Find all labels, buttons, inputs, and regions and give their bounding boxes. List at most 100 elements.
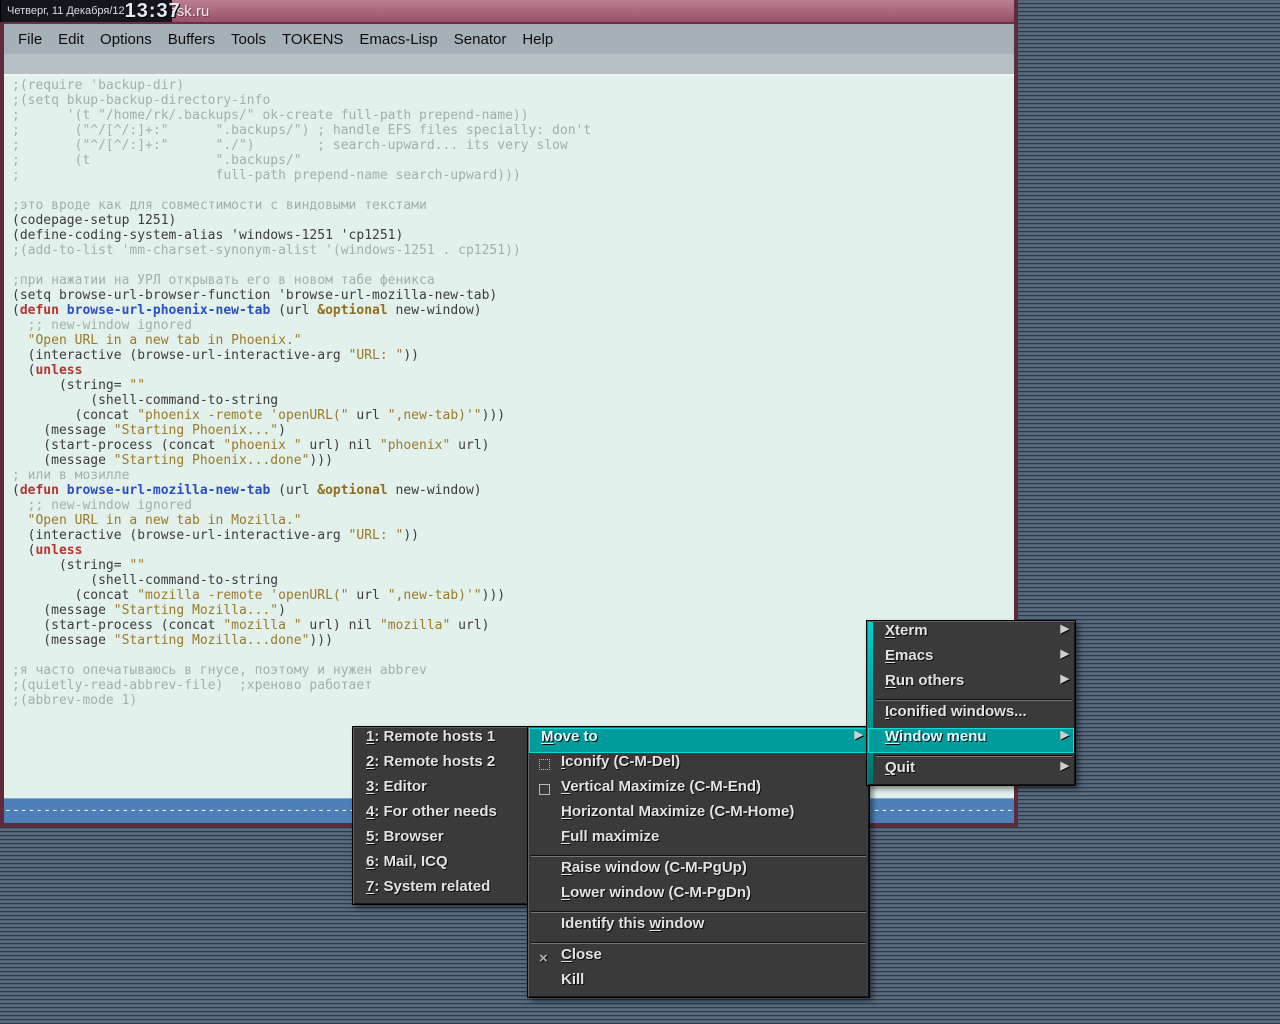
menubar-edit[interactable]: Edit [50, 31, 92, 48]
menu-item-iconified-windows[interactable]: Iconified windows... [868, 703, 1074, 728]
menu-item-close[interactable]: Close [529, 946, 868, 971]
menu-item-lower-window[interactable]: Lower window (C-M-PgDn) [529, 884, 868, 909]
line: "Open URL in a new tab in Mozilla." [12, 513, 1014, 528]
submenu-arrow-icon: ▶ [1061, 622, 1069, 635]
menu-item-label: Xterm [885, 622, 928, 639]
menu-item-vertical-maximize[interactable]: Vertical Maximize (C-M-End) [529, 778, 868, 803]
menu-item-label: Lower window (C-M-PgDn) [561, 884, 751, 901]
line: ; ("^/[^/:]+:" ".backups/") ; handle EFS… [12, 123, 1014, 138]
line: (interactive (browse-url-interactive-arg… [12, 348, 1014, 363]
line: (defun browse-url-mozilla-new-tab (url &… [12, 483, 1014, 498]
line: (setq browse-url-browser-function 'brows… [12, 288, 1014, 303]
line: ;; new-window ignored [12, 498, 1014, 513]
menu-item-full-maximize[interactable]: Full maximize [529, 828, 868, 853]
menubar-options[interactable]: Options [92, 31, 160, 48]
submenu-arrow-icon: ▶ [1061, 647, 1069, 660]
menu-item-label: Move to [541, 728, 598, 745]
menu-item-label: 7: System related [366, 878, 490, 895]
submenu-arrow-icon: ▶ [1061, 759, 1069, 772]
menu-item-horizontal-maximize[interactable]: Horizontal Maximize (C-M-Home) [529, 803, 868, 828]
line: ;(add-to-list 'mm-charset-synonym-alist … [12, 243, 1014, 258]
line: (shell-command-to-string [12, 393, 1014, 408]
line: (codepage-setup 1251) [12, 213, 1014, 228]
emacs-buffer[interactable]: ;(require 'backup-dir);(setq bkup-backup… [4, 76, 1014, 798]
line [12, 708, 1014, 723]
clock-time: 13:37 [125, 0, 181, 23]
desktop: { "colors":{"desktop":"#52657a","emacs_f… [0, 0, 1280, 1024]
emacs-window: emacs@grundik.plesk.ru FileEditOptionsBu… [0, 0, 1018, 827]
line: (unless [12, 543, 1014, 558]
menu-item-move-to[interactable]: Move to▶ [529, 728, 868, 753]
menu-item-remote-hosts-2[interactable]: 2: Remote hosts 2 [354, 753, 530, 778]
menu-item-label: Iconify (C-M-Del) [561, 753, 680, 770]
line: (unless [12, 363, 1014, 378]
quick-launch-menu: 1: Remote hosts 1 2: Remote hosts 2 3: Edi… [352, 726, 532, 905]
menu-item-label: Horizontal Maximize (C-M-Home) [561, 803, 794, 820]
menu-item-label: Quit [885, 759, 915, 776]
menu-item-label: Raise window (C-M-PgUp) [561, 859, 747, 876]
line: ; ("^/[^/:]+:" "./") ; search-upward... … [12, 138, 1014, 153]
menubar-emacs-lisp[interactable]: Emacs-Lisp [351, 31, 445, 48]
menu-item-raise-window[interactable]: Raise window (C-M-PgUp) [529, 859, 868, 884]
line [12, 648, 1014, 663]
line: ;(abbrev-mode 1) [12, 693, 1014, 708]
clock-date: Четверг, 11 Декабря/12 [7, 5, 125, 17]
line: (defun browse-url-phoenix-new-tab (url &… [12, 303, 1014, 318]
line: (define-coding-system-alias 'windows-125… [12, 228, 1014, 243]
menu-item-editor[interactable]: 3: Editor [354, 778, 530, 803]
menu-item-label: Kill [561, 971, 584, 988]
line: ;при нажатии на УРЛ открывать его в ново… [12, 273, 1014, 288]
menu-item-for-other-needs[interactable]: 4: For other needs [354, 803, 530, 828]
menubar-senator[interactable]: Senator [446, 31, 515, 48]
root-menu: Xterm▶Emacs▶Run others▶Iconified windows… [866, 620, 1076, 786]
submenu-arrow-icon: ▶ [1061, 728, 1069, 741]
menubar-help[interactable]: Help [514, 31, 561, 48]
menubar-buffers[interactable]: Buffers [160, 31, 223, 48]
menubar-tokens[interactable]: TOKENS [274, 31, 351, 48]
menu-item-system-related[interactable]: 7: System related [354, 878, 530, 903]
menu-item-kill[interactable]: Kill [529, 971, 868, 996]
line: ;(require 'backup-dir) [12, 78, 1014, 93]
line: ;это вроде как для совместимости с виндо… [12, 198, 1014, 213]
line: ; или в мозилле [12, 468, 1014, 483]
menu-item-run-others[interactable]: Run others ▶ [868, 672, 1074, 697]
line [12, 183, 1014, 198]
line: ; full-path prepend-name search-upward))… [12, 168, 1014, 183]
submenu-arrow-icon: ▶ [1061, 672, 1069, 685]
vmax-icon [539, 784, 550, 795]
menu-item-label: 1: Remote hosts 1 [366, 728, 495, 745]
emacs-menubar: FileEditOptionsBuffersToolsTOKENSEmacs-L… [4, 22, 1014, 54]
menu-item-identify-this-window[interactable]: Identify this window [529, 915, 868, 940]
line: (start-process (concat "mozilla " url) n… [12, 618, 1014, 633]
menu-item-remote-hosts-1[interactable]: 1: Remote hosts 1 [354, 728, 530, 753]
line: (shell-command-to-string [12, 573, 1014, 588]
menu-item-quit[interactable]: Quit ▶ [868, 759, 1074, 784]
line: ;(quietly-read-abbrev-file) ;хреново раб… [12, 678, 1014, 693]
menu-item-label: Run others [885, 672, 964, 689]
menu-item-label: Close [561, 946, 602, 963]
line: (interactive (browse-url-interactive-arg… [12, 528, 1014, 543]
iconify-icon [539, 759, 550, 770]
menu-item-label: Emacs [885, 647, 933, 664]
line: (concat "phoenix -remote 'openURL(" url … [12, 408, 1014, 423]
menu-item-browser[interactable]: 5: Browser [354, 828, 530, 853]
menu-item-iconify[interactable]: Iconify (C-M-Del) [529, 753, 868, 778]
menu-item-label: 5: Browser [366, 828, 444, 845]
close-icon [539, 946, 550, 957]
menu-separator [531, 911, 866, 913]
menu-item-emacs[interactable]: Emacs ▶ [868, 647, 1074, 672]
menubar-file[interactable]: File [10, 31, 50, 48]
menu-item-label: 2: Remote hosts 2 [366, 753, 495, 770]
menubar-tools[interactable]: Tools [223, 31, 274, 48]
menu-item-window-menu[interactable]: Window menu▶ [868, 728, 1074, 753]
line: ; (t ".backups/" [12, 153, 1014, 168]
menu-item-xterm[interactable]: Xterm ▶ [868, 622, 1074, 647]
line: (string= "" [12, 378, 1014, 393]
menu-item-label: Full maximize [561, 828, 659, 845]
menu-separator [876, 755, 1072, 757]
window-ops-menu: Move to▶Iconify (C-M-Del) Vertical Maximi… [527, 726, 870, 998]
line [12, 258, 1014, 273]
menu-item-label: 4: For other needs [366, 803, 497, 820]
menu-separator [531, 855, 866, 857]
menu-item-mail-icq[interactable]: 6: Mail, ICQ [354, 853, 530, 878]
